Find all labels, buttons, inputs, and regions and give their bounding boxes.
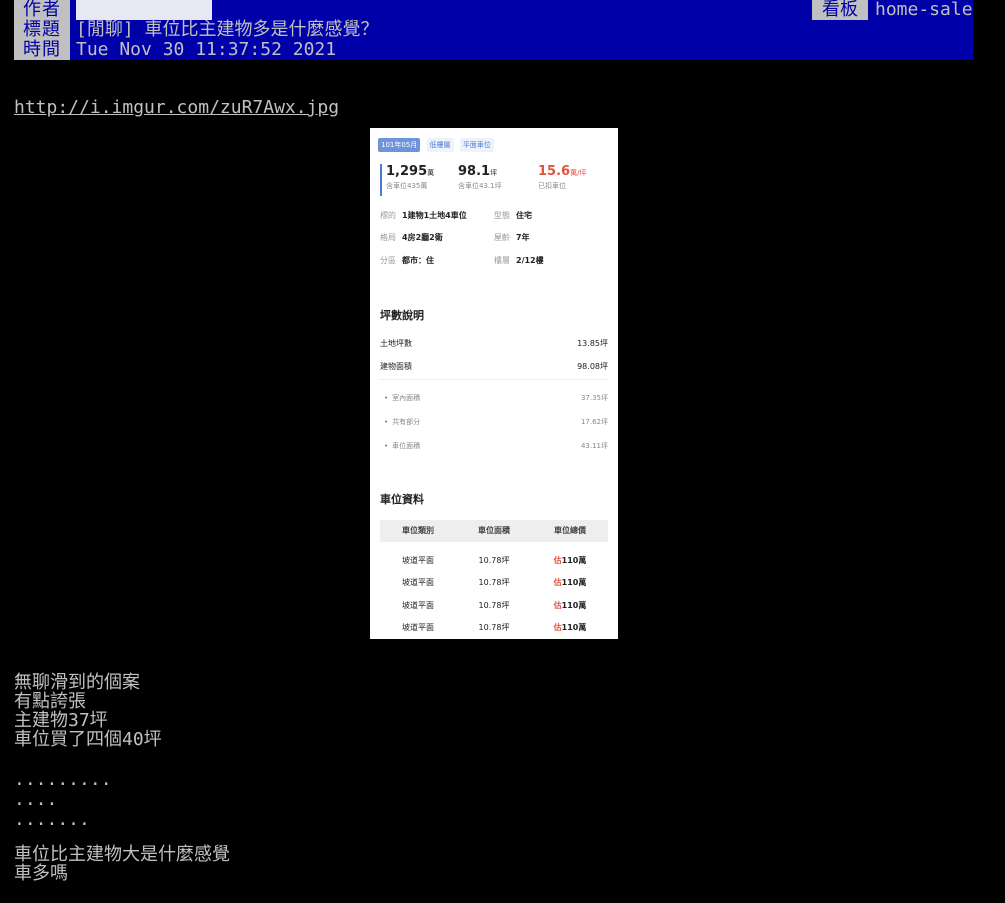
area-row-land: 土地坪數 13.85坪 <box>380 339 608 348</box>
author-label: 作者 <box>14 0 70 20</box>
price-stats: 1,295萬 含車位435萬 98.1坪 含車位43.1坪 15.6萬/坪 已扣… <box>380 164 612 196</box>
time-label: 時間 <box>14 40 70 60</box>
embedded-listing-image: 101年05月 低樓層 平面車位 1,295萬 含車位435萬 98.1坪 含車… <box>370 128 618 639</box>
title-row: 標題 [閒聊] 車位比主建物多是什麼感覺？ <box>14 20 973 40</box>
info-layout: 格局 4房2廳2衛 <box>380 233 443 242</box>
tag-parking: 平面車位 <box>459 138 494 152</box>
author-row: 作者 看板 home-sale <box>14 0 973 20</box>
title-label: 標題 <box>14 20 70 40</box>
tag-floor: 低樓層 <box>426 138 454 152</box>
stat-unit-price: 15.6萬/坪 已扣車位 <box>538 164 587 190</box>
post-body-line: 有點誇張 <box>14 691 86 712</box>
post-body-line: 無聊滑到的個案 <box>14 672 140 693</box>
post-header: 作者 看板 home-sale 標題 [閒聊] 車位比主建物多是什麼感覺？ 時間… <box>14 0 973 60</box>
board-value[interactable]: home-sale <box>875 0 973 20</box>
time-row: 時間 Tue Nov 30 11:37:52 2021 <box>14 40 973 60</box>
info-age: 屋齡 7年 <box>494 233 530 242</box>
info-floor: 樓層 2/12樓 <box>494 256 544 265</box>
info-target: 標的 1建物1土地4車位 <box>380 211 467 220</box>
post-body-line: 主建物37坪 <box>14 710 108 731</box>
post-body-line: 車多嗎 <box>14 863 68 884</box>
post-body-dots: ......... <box>14 769 112 790</box>
post-body-line: 車位買了四個40坪 <box>14 729 162 750</box>
area-section-title: 坪數說明 <box>380 309 424 322</box>
area-sub-parking: • 車位面積 43.11坪 <box>384 442 608 450</box>
info-type: 型態 住宅 <box>494 211 532 220</box>
stat-area: 98.1坪 含車位43.1坪 <box>458 164 502 190</box>
board-label: 看板 <box>812 0 868 20</box>
area-sub-shared: • 共有部分 17.62坪 <box>384 418 608 426</box>
area-sub-indoor: • 室內面積 37.35坪 <box>384 394 608 402</box>
post-body-dots: ....... <box>14 809 90 830</box>
post-body-line: 車位比主建物大是什麼感覺 <box>14 844 230 865</box>
parking-section-title: 車位資料 <box>380 493 424 506</box>
stat-total-price: 1,295萬 含車位435萬 <box>386 164 435 190</box>
author-value-redacted <box>76 0 212 20</box>
post-time: Tue Nov 30 11:37:52 2021 <box>76 39 337 60</box>
area-row-building: 建物面積 98.08坪 <box>380 362 608 371</box>
info-zoning: 分區 都市：住 <box>380 256 434 265</box>
post-body-dots: .... <box>14 789 58 810</box>
listing-tags: 101年05月 低樓層 平面車位 <box>378 138 498 152</box>
post-title: [閒聊] 車位比主建物多是什麼感覺？ <box>76 19 379 40</box>
parking-table-header: 車位類別 車位面積 車位總價 <box>380 520 608 542</box>
tag-date: 101年05月 <box>378 138 421 152</box>
image-link[interactable]: http://i.imgur.com/zuR7Awx.jpg <box>14 97 339 118</box>
